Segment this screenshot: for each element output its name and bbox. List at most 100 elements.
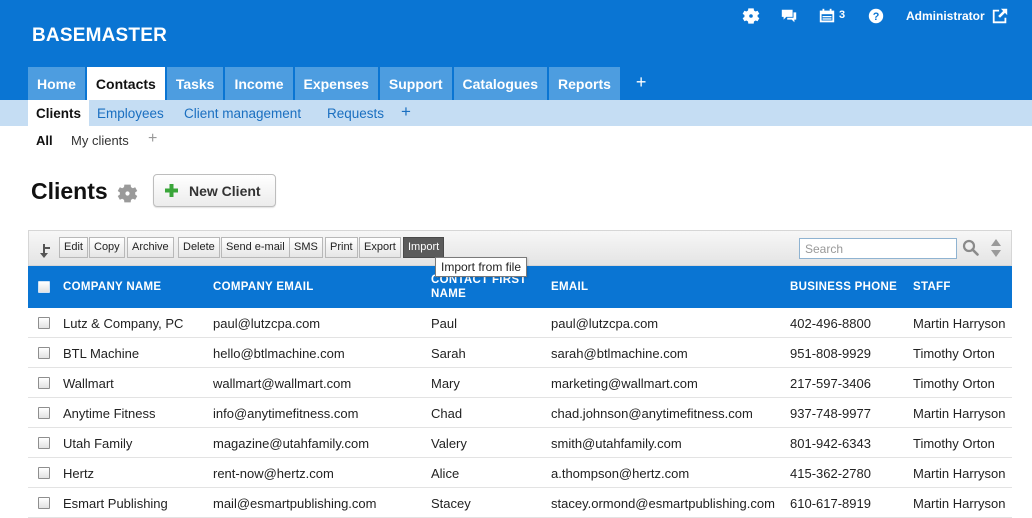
cell-company-email: wallmart@wallmart.com (213, 376, 352, 391)
cell-company-name: BTL Machine (63, 346, 140, 361)
import-tooltip: Import from file (435, 257, 528, 277)
new-client-label: New Client (189, 183, 261, 199)
column-staff[interactable]: STAFF (913, 266, 1008, 308)
settings-gear-icon[interactable] (742, 7, 760, 25)
column-email[interactable]: EMAIL (551, 266, 771, 308)
calendar-tasks-icon[interactable] (818, 7, 836, 25)
cell-email: marketing@wallmart.com (551, 376, 698, 391)
column-company-email[interactable]: COMPANY EMAIL (213, 266, 413, 308)
tab-support[interactable]: Support (379, 67, 452, 100)
cell-company-email: magazine@utahfamily.com (213, 436, 370, 451)
column-company-name[interactable]: COMPANY NAME (63, 266, 203, 308)
subtab-clients[interactable]: Clients (28, 100, 90, 126)
tab-reports[interactable]: Reports (549, 67, 620, 100)
brand-logo: BASEMASTER (32, 25, 168, 46)
cell-company-email: paul@lutzcpa.com (213, 316, 321, 331)
print-button[interactable]: Print (325, 237, 358, 258)
add-filter-icon[interactable]: + (148, 130, 157, 148)
subtab-requests[interactable]: Requests (327, 100, 384, 126)
filter-all[interactable]: All (36, 133, 53, 148)
table-row[interactable]: BTL Machine hello@btlmachine.com Sarah s… (28, 338, 1012, 368)
table-row[interactable]: Hertz rent-now@hertz.com Alice a.thompso… (28, 458, 1012, 488)
filter-my-clients[interactable]: My clients (71, 133, 129, 148)
cell-company-email: info@anytimefitness.com (213, 406, 359, 421)
cell-company-email: mail@esmartpublishing.com (213, 496, 377, 511)
app-header: BASEMASTER 3 ? Administrator Home Contac… (0, 0, 1032, 100)
plus-icon (164, 183, 179, 198)
table-row[interactable]: Lutz & Company, PC paul@lutzcpa.com Paul… (28, 308, 1012, 338)
cell-email: paul@lutzcpa.com (551, 316, 659, 331)
sub-navigation: Clients Employees Client management Requ… (0, 100, 1032, 126)
tab-income[interactable]: Income (225, 67, 293, 100)
cell-business-phone: 217-597-3406 (790, 376, 871, 391)
cell-contact-first-name: Stacey (431, 496, 471, 511)
cell-staff: Martin Harryson (913, 316, 1006, 331)
send-email-button[interactable]: Send e-mail (221, 237, 290, 258)
cell-email: chad.johnson@anytimefitness.com (551, 406, 753, 421)
cell-company-name: Utah Family (63, 436, 133, 451)
cell-contact-first-name: Alice (431, 466, 460, 481)
tab-catalogues[interactable]: Catalogues (453, 67, 547, 100)
row-checkbox[interactable] (38, 467, 50, 479)
cell-business-phone: 951-808-9929 (790, 346, 871, 361)
cell-contact-first-name: Mary (431, 376, 460, 391)
cell-contact-first-name: Paul (431, 316, 458, 331)
svg-text:?: ? (873, 11, 880, 23)
edit-button[interactable]: Edit (59, 237, 88, 258)
cell-staff: Timothy Orton (913, 346, 995, 361)
select-all-checkbox[interactable] (38, 281, 50, 293)
table-row[interactable]: Anytime Fitness info@anytimefitness.com … (28, 398, 1012, 428)
cell-company-name: Lutz & Company, PC (63, 316, 184, 331)
tab-tasks[interactable]: Tasks (166, 67, 224, 100)
cell-contact-first-name: Chad (431, 406, 463, 421)
cell-staff: Timothy Orton (913, 376, 995, 391)
cell-company-email: hello@btlmachine.com (213, 346, 345, 361)
logout-icon[interactable] (991, 7, 1009, 25)
row-checkbox[interactable] (38, 497, 50, 509)
sort-updown-icon[interactable] (990, 238, 1002, 258)
search-icon[interactable] (962, 239, 979, 256)
subtab-client-management[interactable]: Client management (184, 100, 301, 126)
copy-button[interactable]: Copy (89, 237, 125, 258)
cell-company-name: Wallmart (63, 376, 114, 391)
cell-business-phone: 415-362-2780 (790, 466, 871, 481)
cell-company-name: Hertz (63, 466, 95, 481)
cell-company-name: Anytime Fitness (63, 406, 156, 421)
import-button[interactable]: Import (403, 237, 445, 258)
row-checkbox[interactable] (38, 407, 50, 419)
new-client-button[interactable]: New Client (153, 174, 276, 207)
cell-business-phone: 610-617-8919 (790, 496, 871, 511)
archive-button[interactable]: Archive (127, 237, 174, 258)
page-title: Clients (31, 178, 108, 204)
tab-home[interactable]: Home (28, 67, 85, 100)
delete-button[interactable]: Delete (178, 237, 220, 258)
user-name[interactable]: Administrator (906, 9, 985, 23)
cell-business-phone: 402-496-8800 (790, 316, 871, 331)
column-business-phone[interactable]: BUSINESS PHONE (790, 266, 908, 308)
row-checkbox[interactable] (38, 437, 50, 449)
page-settings-gear-icon[interactable] (117, 183, 138, 204)
cell-email: sarah@btlmachine.com (551, 346, 688, 361)
add-tab-icon[interactable]: + (636, 67, 647, 100)
cell-company-name: Esmart Publishing (63, 496, 168, 511)
cell-business-phone: 801-942-6343 (790, 436, 871, 451)
tab-contacts[interactable]: Contacts (86, 67, 165, 100)
row-checkbox[interactable] (38, 317, 50, 329)
subtab-employees[interactable]: Employees (97, 100, 164, 126)
add-subtab-icon[interactable]: + (401, 100, 411, 126)
search-input[interactable] (799, 238, 957, 259)
chat-icon[interactable] (780, 7, 798, 25)
table-row[interactable]: Utah Family magazine@utahfamily.com Vale… (28, 428, 1012, 458)
table-row[interactable]: Wallmart wallmart@wallmart.com Mary mark… (28, 368, 1012, 398)
sms-button[interactable]: SMS (289, 237, 323, 258)
table-row[interactable]: Esmart Publishing mail@esmartpublishing.… (28, 488, 1012, 518)
row-checkbox[interactable] (38, 347, 50, 359)
export-button[interactable]: Export (359, 237, 401, 258)
cell-company-email: rent-now@hertz.com (213, 466, 334, 481)
arrow-down-left-icon[interactable] (39, 244, 51, 258)
row-checkbox[interactable] (38, 377, 50, 389)
cell-contact-first-name: Sarah (431, 346, 466, 361)
tab-expenses[interactable]: Expenses (294, 67, 378, 100)
help-icon[interactable]: ? (867, 7, 885, 25)
cell-contact-first-name: Valery (431, 436, 467, 451)
